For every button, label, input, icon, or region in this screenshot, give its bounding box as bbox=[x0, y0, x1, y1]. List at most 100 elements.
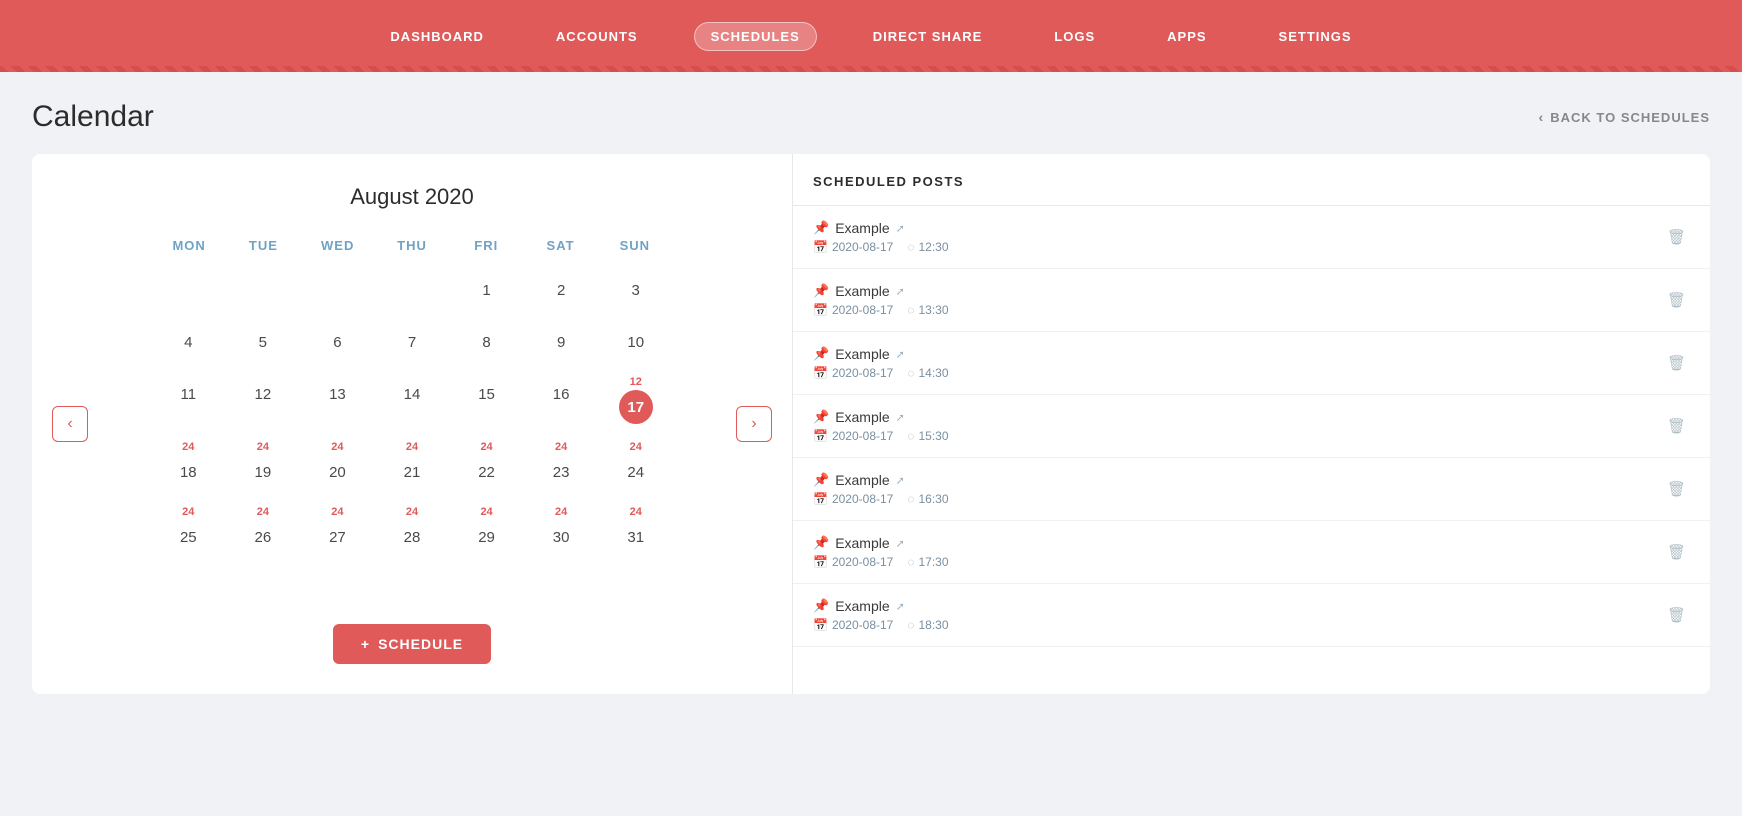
clock-icon: ◌ bbox=[907, 555, 914, 569]
delete-post-button[interactable]: 🗑 bbox=[1663, 350, 1690, 376]
calendar-day-cell[interactable]: 2422 bbox=[450, 434, 523, 497]
post-date: 📅 2020-08-17 bbox=[813, 303, 893, 317]
calendar-day-cell[interactable]: 2425 bbox=[152, 499, 225, 562]
plus-icon: + bbox=[361, 636, 370, 652]
day-badge: 24 bbox=[257, 442, 269, 453]
calendar-day-cell[interactable]: 2430 bbox=[525, 499, 598, 562]
post-meta-row: 📅 2020-08-17 ◌ 18:30 bbox=[813, 618, 949, 632]
calendar-day-cell[interactable]: 3 bbox=[599, 265, 672, 315]
calendar-day-cell[interactable]: 10 bbox=[599, 317, 672, 367]
post-time-value: 13:30 bbox=[918, 303, 948, 317]
post-item: 📌 Example ➚ 📅 2020-08-17 ◌ 17:30 🗑 bbox=[793, 521, 1710, 584]
prev-month-button[interactable]: ‹ bbox=[52, 406, 88, 442]
day-number: 1 bbox=[470, 273, 504, 307]
calendar-icon: 📅 bbox=[813, 366, 828, 380]
delete-post-button[interactable]: 🗑 bbox=[1663, 539, 1690, 565]
schedule-button[interactable]: + SCHEDULE bbox=[333, 624, 491, 664]
day-badge: 24 bbox=[406, 442, 418, 453]
day-number: 10 bbox=[619, 325, 653, 359]
calendar-day-cell[interactable]: 15 bbox=[450, 369, 523, 432]
calendar-day-cell[interactable]: 2 bbox=[525, 265, 598, 315]
post-date-value: 2020-08-17 bbox=[832, 429, 893, 443]
calendar-day-cell[interactable]: 16 bbox=[525, 369, 598, 432]
post-name: Example bbox=[835, 283, 889, 299]
external-link-icon[interactable]: ➚ bbox=[896, 411, 905, 424]
post-info: 📌 Example ➚ 📅 2020-08-17 ◌ 13:30 bbox=[813, 283, 949, 317]
day-number: 21 bbox=[395, 455, 429, 489]
post-item: 📌 Example ➚ 📅 2020-08-17 ◌ 15:30 🗑 bbox=[793, 395, 1710, 458]
day-number: 13 bbox=[320, 377, 354, 411]
post-meta-row: 📅 2020-08-17 ◌ 17:30 bbox=[813, 555, 949, 569]
post-time: ◌ 18:30 bbox=[907, 618, 948, 632]
external-link-icon[interactable]: ➚ bbox=[896, 222, 905, 235]
delete-post-button[interactable]: 🗑 bbox=[1663, 602, 1690, 628]
post-name: Example bbox=[835, 472, 889, 488]
back-to-schedules-button[interactable]: ‹ BACK TO SCHEDULES bbox=[1539, 109, 1710, 125]
calendar-day-cell[interactable]: 9 bbox=[525, 317, 598, 367]
calendar-day-cell[interactable]: 1 bbox=[450, 265, 523, 315]
calendar-day-cell[interactable]: 7 bbox=[376, 317, 449, 367]
calendar-icon: 📅 bbox=[813, 618, 828, 632]
calendar-day-cell[interactable]: 8 bbox=[450, 317, 523, 367]
calendar-day-cell[interactable]: 2427 bbox=[301, 499, 374, 562]
day-number: 12 bbox=[246, 377, 280, 411]
post-date: 📅 2020-08-17 bbox=[813, 492, 893, 506]
external-link-icon[interactable]: ➚ bbox=[896, 474, 905, 487]
nav-accounts[interactable]: ACCOUNTS bbox=[540, 23, 654, 50]
calendar-day-cell[interactable]: 2423 bbox=[525, 434, 598, 497]
nav-dashboard[interactable]: DASHBOARD bbox=[374, 23, 500, 50]
post-date-value: 2020-08-17 bbox=[832, 618, 893, 632]
nav-logs[interactable]: LOGS bbox=[1038, 23, 1111, 50]
day-number: 25 bbox=[171, 520, 205, 554]
calendar-day-cell[interactable]: 2431 bbox=[599, 499, 672, 562]
post-name-row: 📌 Example ➚ bbox=[813, 598, 949, 614]
calendar-day-cell[interactable]: 4 bbox=[152, 317, 225, 367]
post-time-value: 16:30 bbox=[918, 492, 948, 506]
external-link-icon[interactable]: ➚ bbox=[896, 285, 905, 298]
delete-post-button[interactable]: 🗑 bbox=[1663, 224, 1690, 250]
clock-icon: ◌ bbox=[907, 303, 914, 317]
calendar-section: August 2020 ‹ › MON TUE WED THU FRI SAT … bbox=[32, 154, 792, 694]
nav-direct-share[interactable]: DIRECT SHARE bbox=[857, 23, 999, 50]
next-month-button[interactable]: › bbox=[736, 406, 772, 442]
delete-post-button[interactable]: 🗑 bbox=[1663, 287, 1690, 313]
nav-settings[interactable]: SETTINGS bbox=[1263, 23, 1368, 50]
delete-post-button[interactable]: 🗑 bbox=[1663, 413, 1690, 439]
day-number: 2 bbox=[544, 273, 578, 307]
calendar-day-cell[interactable]: 14 bbox=[376, 369, 449, 432]
posts-header: SCHEDULED POSTS bbox=[793, 154, 1710, 206]
calendar-day-cell[interactable]: 2418 bbox=[152, 434, 225, 497]
calendar-day-cell[interactable]: 2429 bbox=[450, 499, 523, 562]
post-name-row: 📌 Example ➚ bbox=[813, 220, 949, 236]
delete-post-button[interactable]: 🗑 bbox=[1663, 476, 1690, 502]
calendar-day-cell[interactable]: 13 bbox=[301, 369, 374, 432]
post-time-value: 14:30 bbox=[918, 366, 948, 380]
calendar-day-cell[interactable]: 6 bbox=[301, 317, 374, 367]
calendar-day-cell[interactable]: 2419 bbox=[227, 434, 300, 497]
day-badge: 24 bbox=[555, 442, 567, 453]
external-link-icon[interactable]: ➚ bbox=[896, 600, 905, 613]
nav-schedules[interactable]: SCHEDULES bbox=[694, 22, 817, 51]
calendar-day-cell bbox=[152, 265, 225, 315]
calendar-day-cell[interactable]: 1217 bbox=[599, 369, 672, 432]
post-date: 📅 2020-08-17 bbox=[813, 429, 893, 443]
calendar-day-cell[interactable]: 2428 bbox=[376, 499, 449, 562]
calendar-day-cell[interactable]: 11 bbox=[152, 369, 225, 432]
nav-apps[interactable]: APPS bbox=[1151, 23, 1222, 50]
day-badge: 24 bbox=[406, 507, 418, 518]
calendar-day-cell[interactable]: 5 bbox=[227, 317, 300, 367]
external-link-icon[interactable]: ➚ bbox=[896, 537, 905, 550]
post-name-row: 📌 Example ➚ bbox=[813, 409, 949, 425]
pin-icon: 📌 bbox=[813, 535, 829, 551]
calendar-day-cell[interactable]: 2420 bbox=[301, 434, 374, 497]
post-name: Example bbox=[835, 535, 889, 551]
external-link-icon[interactable]: ➚ bbox=[896, 348, 905, 361]
calendar-day-cell[interactable]: 2426 bbox=[227, 499, 300, 562]
weekday-thu: THU bbox=[375, 234, 449, 257]
post-date: 📅 2020-08-17 bbox=[813, 240, 893, 254]
calendar-day-cell[interactable]: 2421 bbox=[376, 434, 449, 497]
weekday-fri: FRI bbox=[449, 234, 523, 257]
calendar-day-cell bbox=[301, 265, 374, 315]
calendar-day-cell[interactable]: 2424 bbox=[599, 434, 672, 497]
calendar-day-cell[interactable]: 12 bbox=[227, 369, 300, 432]
